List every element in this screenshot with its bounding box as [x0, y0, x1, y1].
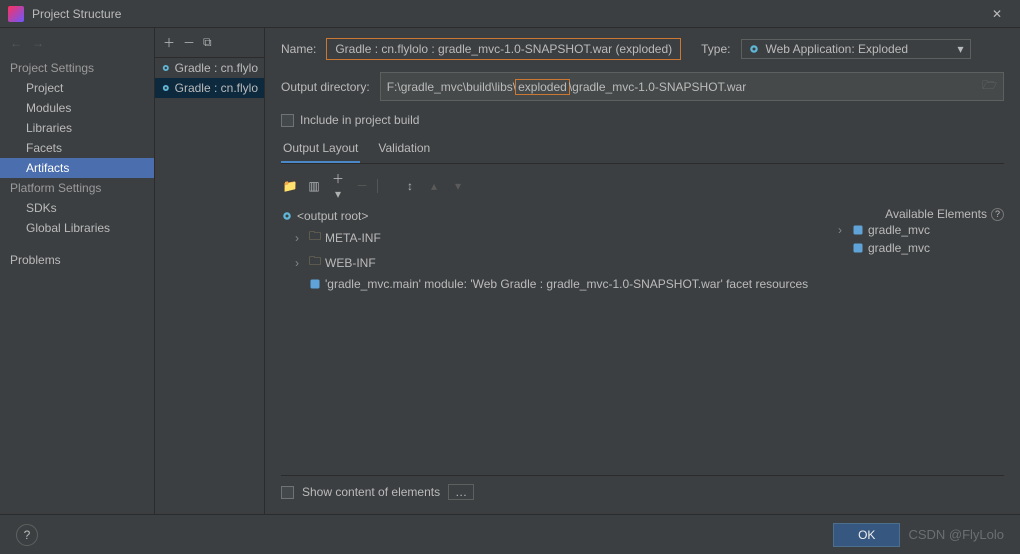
expander-icon[interactable]: ›: [838, 223, 848, 237]
browse-folder-icon[interactable]: 🗁: [982, 76, 997, 97]
available-elements-panel: Available Elements ? › gradle_mvc gradle…: [834, 207, 1004, 475]
down-icon[interactable]: ▾: [449, 179, 467, 193]
sidebar-item-project[interactable]: Project: [0, 78, 154, 98]
folder-icon: 🗀: [309, 252, 321, 273]
available-title: Available Elements: [885, 207, 987, 221]
type-label: Type:: [701, 42, 730, 56]
sidebar-item-global-libraries[interactable]: Global Libraries: [0, 218, 154, 238]
add-icon[interactable]: ＋: [163, 34, 175, 51]
sidebar-item-facets[interactable]: Facets: [0, 138, 154, 158]
forward-icon[interactable]: →: [32, 36, 44, 50]
window-title: Project Structure: [32, 7, 121, 21]
content-panel: Name: Gradle : cn.flylolo : gradle_mvc-1…: [265, 28, 1020, 514]
available-item[interactable]: gradle_mvc: [868, 223, 930, 237]
help-icon[interactable]: ?: [991, 208, 1004, 221]
watermark: CSDN @FlyLolo: [908, 527, 1004, 542]
tree-leaf[interactable]: 'gradle_mvc.main' module: 'Web Gradle : …: [325, 277, 808, 291]
sidebar-item-libraries[interactable]: Libraries: [0, 118, 154, 138]
remove-item-icon[interactable]: －: [353, 177, 371, 194]
remove-icon[interactable]: －: [183, 34, 195, 51]
sidebar-item-artifacts[interactable]: Artifacts: [0, 158, 154, 178]
artifact-list-item[interactable]: Gradle : cn.flylo: [155, 58, 264, 78]
sidebar: ← → Project Settings Project Modules Lib…: [0, 28, 155, 514]
sidebar-item-sdks[interactable]: SDKs: [0, 198, 154, 218]
group-platform-settings: Platform Settings: [0, 178, 154, 198]
more-button[interactable]: …: [448, 484, 474, 500]
close-icon[interactable]: ✕: [982, 7, 1012, 21]
chevron-down-icon: ▾: [957, 42, 963, 56]
name-label: Name:: [281, 42, 316, 56]
output-dir-field[interactable]: F:\gradle_mvc\build\libs\exploded\gradle…: [380, 72, 1004, 101]
available-item[interactable]: gradle_mvc: [868, 241, 930, 255]
group-project-settings: Project Settings: [0, 58, 154, 78]
up-icon[interactable]: ▴: [425, 179, 443, 193]
output-tree[interactable]: <output root> › 🗀 META-INF › 🗀 WEB-INF '…: [281, 207, 834, 475]
tree-node[interactable]: WEB-INF: [325, 256, 376, 270]
add-copy-icon[interactable]: ＋▾: [329, 170, 347, 201]
tab-validation[interactable]: Validation: [376, 137, 432, 163]
checkbox-icon[interactable]: [281, 486, 294, 499]
sort-icon[interactable]: ↕: [401, 179, 419, 193]
tree-node[interactable]: META-INF: [325, 231, 381, 245]
tree-root[interactable]: <output root>: [297, 209, 368, 223]
artifact-name-field[interactable]: Gradle : cn.flylolo : gradle_mvc-1.0-SNA…: [326, 38, 681, 60]
back-icon[interactable]: ←: [10, 36, 22, 50]
expander-icon[interactable]: ›: [295, 231, 305, 245]
checkbox-icon: [281, 114, 294, 127]
folder-icon: 🗀: [309, 227, 321, 248]
output-dir-label: Output directory:: [281, 80, 370, 94]
ok-button[interactable]: OK: [833, 523, 900, 547]
sidebar-item-modules[interactable]: Modules: [0, 98, 154, 118]
layout-icon[interactable]: ▥: [305, 179, 323, 193]
sidebar-item-problems[interactable]: Problems: [0, 250, 154, 270]
include-checkbox[interactable]: Include in project build: [281, 113, 1004, 127]
artifact-list-panel: ＋ － ⧉ Gradle : cn.flylo Gradle : cn.flyl…: [155, 28, 265, 514]
show-content-label: Show content of elements: [302, 485, 440, 499]
expander-icon[interactable]: ›: [295, 256, 305, 270]
artifact-list-item[interactable]: Gradle : cn.flylo: [155, 78, 264, 98]
copy-icon[interactable]: ⧉: [203, 35, 212, 50]
new-folder-icon[interactable]: 📁: [281, 179, 299, 193]
help-button[interactable]: ?: [16, 524, 38, 546]
tab-output-layout[interactable]: Output Layout: [281, 137, 360, 163]
app-icon: [8, 6, 24, 22]
type-select[interactable]: Web Application: Exploded ▾: [741, 39, 971, 59]
